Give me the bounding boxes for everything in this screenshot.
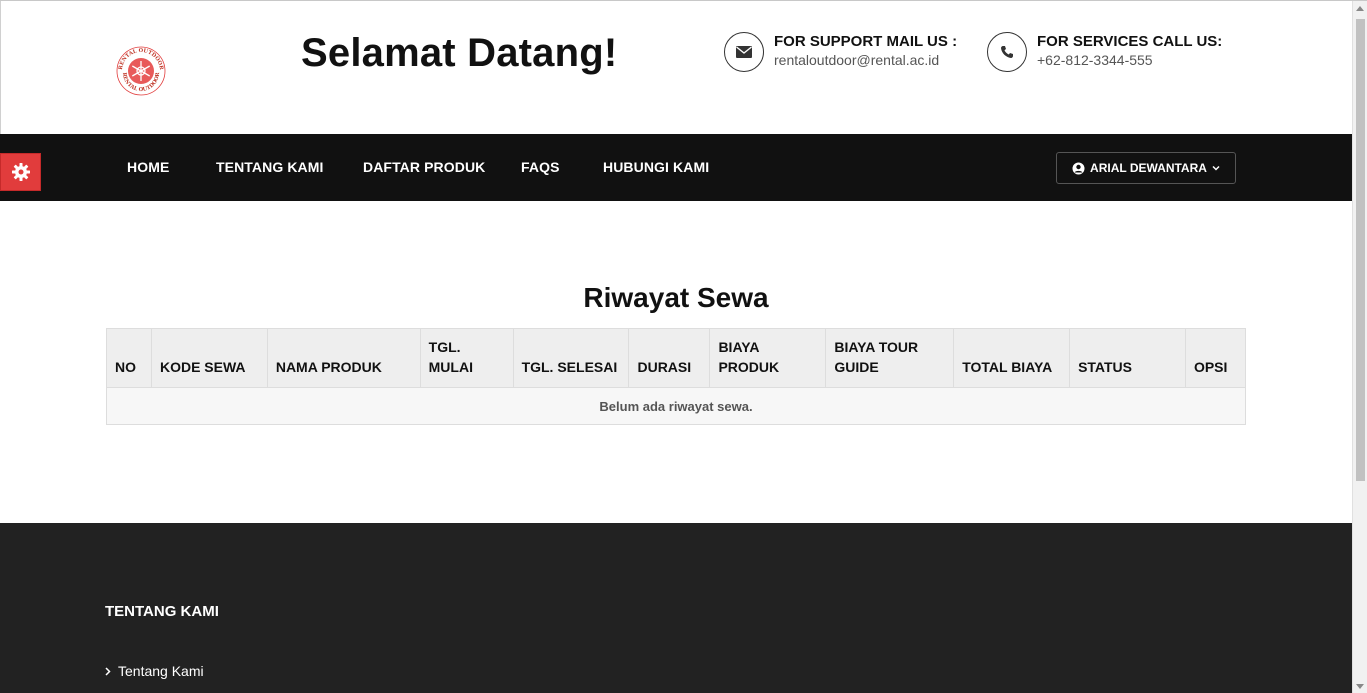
main-navbar: HOME TENTANG KAMI DAFTAR PRODUK FAQS HUB… bbox=[0, 134, 1352, 201]
column-header: KODE SEWA bbox=[150, 328, 268, 388]
column-header: STATUS bbox=[1069, 328, 1186, 388]
chevron-right-icon bbox=[105, 666, 111, 676]
table-row: Belum ada riwayat sewa. bbox=[106, 387, 1246, 425]
scroll-down-arrow-icon[interactable] bbox=[1356, 684, 1364, 689]
support-email[interactable]: rentaloutdoor@rental.ac.id bbox=[774, 51, 957, 69]
scroll-up-arrow-icon[interactable] bbox=[1356, 6, 1364, 11]
column-header: BIAYA TOUR GUIDE bbox=[825, 328, 955, 388]
support-title: FOR SUPPORT MAIL US : bbox=[774, 33, 958, 50]
services-title: FOR SERVICES CALL US: bbox=[1037, 33, 1223, 50]
welcome-heading: Selamat Datang! bbox=[301, 31, 618, 75]
column-header: DURASI bbox=[628, 328, 711, 388]
column-header: BIAYA PRODUK bbox=[709, 328, 827, 388]
site-header: RENTAL OUTDOOR RENTAL OUTDOOR Selamat Da… bbox=[0, 1, 1352, 134]
column-header: OPSI bbox=[1184, 328, 1247, 388]
user-name: ARIAL DEWANTARA bbox=[1090, 161, 1207, 175]
column-header: TGL. SELESAI bbox=[512, 328, 630, 388]
chevron-down-icon bbox=[1212, 165, 1220, 171]
user-menu-button[interactable]: ARIAL DEWANTARA bbox=[1056, 152, 1236, 184]
footer-heading: TENTANG KAMI bbox=[105, 603, 219, 620]
gear-icon bbox=[11, 163, 30, 181]
page-title: Riwayat Sewa bbox=[583, 282, 769, 313]
empty-message: Belum ada riwayat sewa. bbox=[106, 387, 1246, 425]
services-phone[interactable]: +62-812-3344-555 bbox=[1037, 51, 1222, 69]
site-footer: TENTANG KAMI Tentang Kami bbox=[0, 523, 1352, 693]
table-header-row: NO KODE SEWA NAMA PRODUK TGL. MULAI TGL.… bbox=[106, 328, 1247, 388]
page-scrollbar[interactable] bbox=[1352, 1, 1367, 693]
settings-toggle-button[interactable] bbox=[0, 153, 41, 191]
footer-link-tentang-kami[interactable]: Tentang Kami bbox=[105, 663, 204, 679]
column-header: NO bbox=[106, 328, 152, 388]
nav-daftar-produk[interactable]: DAFTAR PRODUK bbox=[363, 159, 485, 175]
nav-tentang-kami[interactable]: TENTANG KAMI bbox=[216, 159, 324, 175]
nav-faqs[interactable]: FAQS bbox=[521, 159, 560, 175]
rental-history-table: NO KODE SEWA NAMA PRODUK TGL. MULAI TGL.… bbox=[106, 328, 1247, 425]
column-header: TOTAL BIAYA bbox=[953, 328, 1071, 388]
column-header: NAMA PRODUK bbox=[266, 328, 421, 388]
user-circle-icon bbox=[1072, 162, 1085, 174]
services-call-block: FOR SERVICES CALL US: +62-812-3344-555 bbox=[987, 32, 1222, 72]
phone-icon bbox=[987, 32, 1027, 72]
support-mail-block: FOR SUPPORT MAIL US : rentaloutdoor@rent… bbox=[724, 32, 957, 72]
nav-hubungi-kami[interactable]: HUBUNGI KAMI bbox=[603, 159, 709, 175]
column-header: TGL. MULAI bbox=[419, 328, 514, 388]
scrollbar-thumb[interactable] bbox=[1356, 19, 1365, 481]
envelope-icon bbox=[724, 32, 764, 72]
footer-link-label: Tentang Kami bbox=[118, 663, 204, 679]
rental-outdoor-logo[interactable]: RENTAL OUTDOOR RENTAL OUTDOOR bbox=[111, 43, 171, 99]
nav-home[interactable]: HOME bbox=[127, 159, 169, 175]
